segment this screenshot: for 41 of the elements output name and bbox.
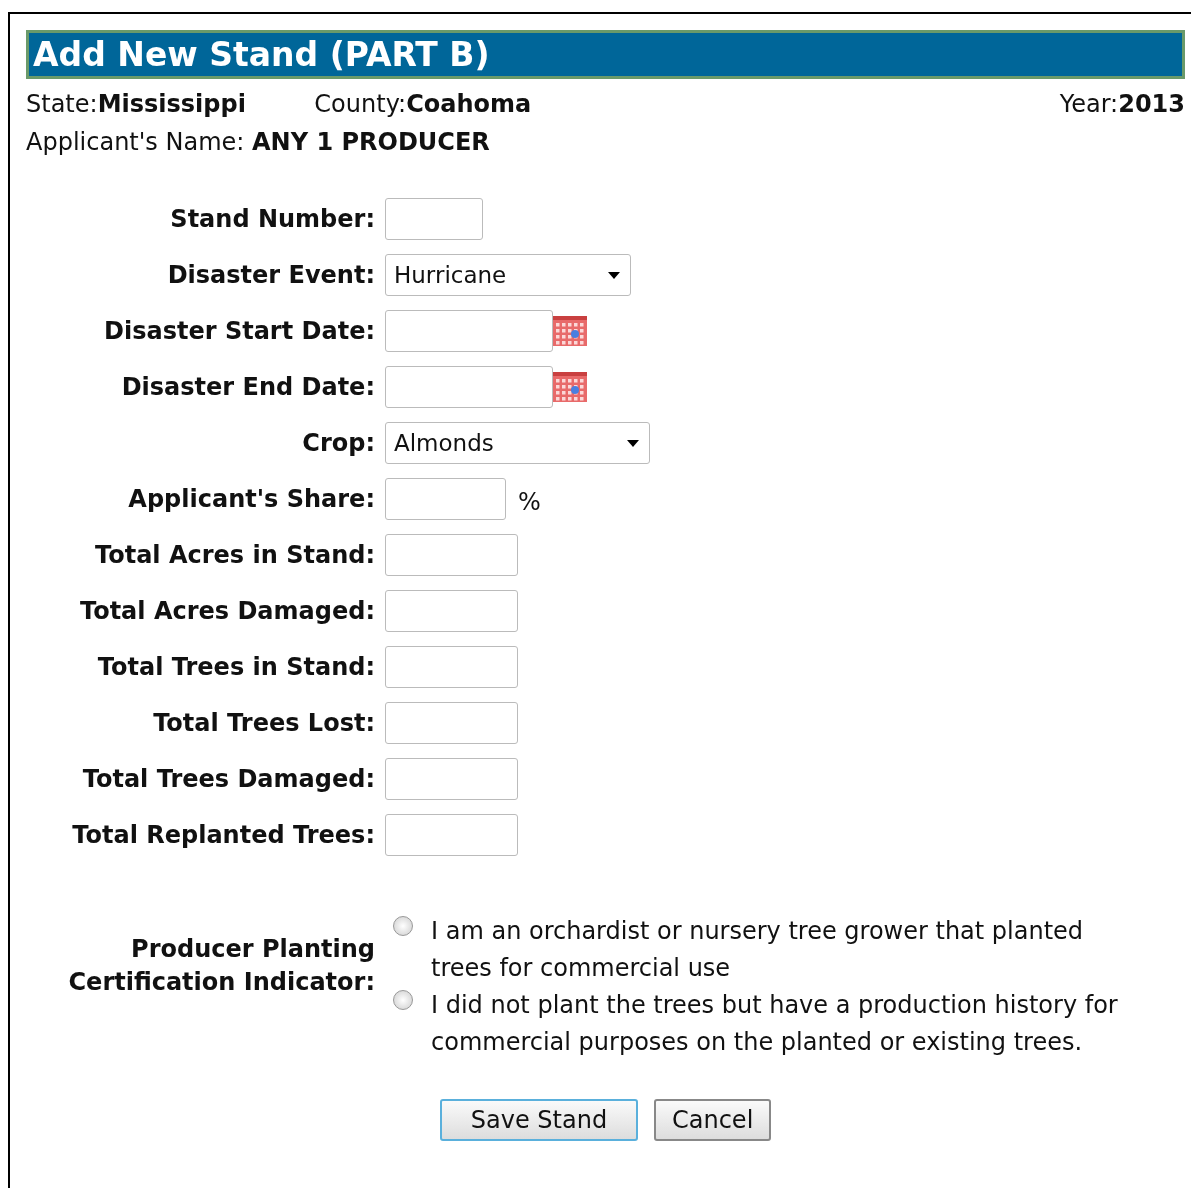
field-label: Disaster End Date: xyxy=(120,373,375,401)
field-label: Total Trees Damaged: xyxy=(81,765,375,793)
field-label: Applicant's Share: xyxy=(127,485,375,513)
option-label: I did not plant the trees but have a production history for commercial purposes on the planted or existing trees. xyxy=(431,990,1119,1058)
input-field[interactable] xyxy=(385,534,518,576)
cancel-button[interactable]: Cancel xyxy=(654,1099,772,1141)
caret-icon xyxy=(627,439,639,447)
field-label: Disaster Start Date: xyxy=(103,317,375,345)
field-label: Disaster Event: xyxy=(166,261,375,289)
applicant-info: Applicant's Name: ANY 1 PRODUCER xyxy=(26,127,491,157)
field-label: Total Acres Damaged: xyxy=(78,597,375,625)
input-field[interactable] xyxy=(385,198,483,240)
input-field[interactable] xyxy=(385,814,518,856)
field-label: Total Trees Lost: xyxy=(152,709,375,737)
input-field[interactable] xyxy=(385,646,518,688)
option-label: I am an orchardist or nursery tree grower that planted trees for commercial use xyxy=(431,916,1085,984)
calendar-icon[interactable] xyxy=(553,316,587,346)
caret-icon xyxy=(608,271,620,279)
field-label: Total Trees in Stand: xyxy=(96,653,375,681)
year-info: Year:2013 xyxy=(1059,89,1185,119)
input-field[interactable] xyxy=(385,478,506,520)
input-field[interactable] xyxy=(385,590,518,632)
county-info: County:Coahoma xyxy=(314,89,532,119)
field-label: Stand Number: xyxy=(169,205,375,233)
radio-button[interactable] xyxy=(393,916,413,936)
radio-button[interactable] xyxy=(393,990,413,1010)
calendar-icon[interactable] xyxy=(553,372,587,402)
percent-sign: % xyxy=(518,488,541,516)
save-button[interactable]: Save Stand xyxy=(440,1099,638,1141)
dropdown[interactable]: Almonds xyxy=(385,422,650,464)
state-info: State:Mississippi xyxy=(26,89,246,119)
field-label: Crop: xyxy=(301,429,375,457)
input-field[interactable] xyxy=(385,758,518,800)
field-label: Producer Planting Certification Indicator: xyxy=(67,934,375,998)
dropdown[interactable]: Hurricane xyxy=(385,254,631,296)
input-field[interactable] xyxy=(385,702,518,744)
date-input-field[interactable] xyxy=(385,310,553,352)
page-title: Add New Stand (PART B) xyxy=(26,30,1185,79)
field-label: Total Replanted Trees: xyxy=(71,821,375,849)
date-input-field[interactable] xyxy=(385,366,553,408)
field-label: Total Acres in Stand: xyxy=(94,541,375,569)
